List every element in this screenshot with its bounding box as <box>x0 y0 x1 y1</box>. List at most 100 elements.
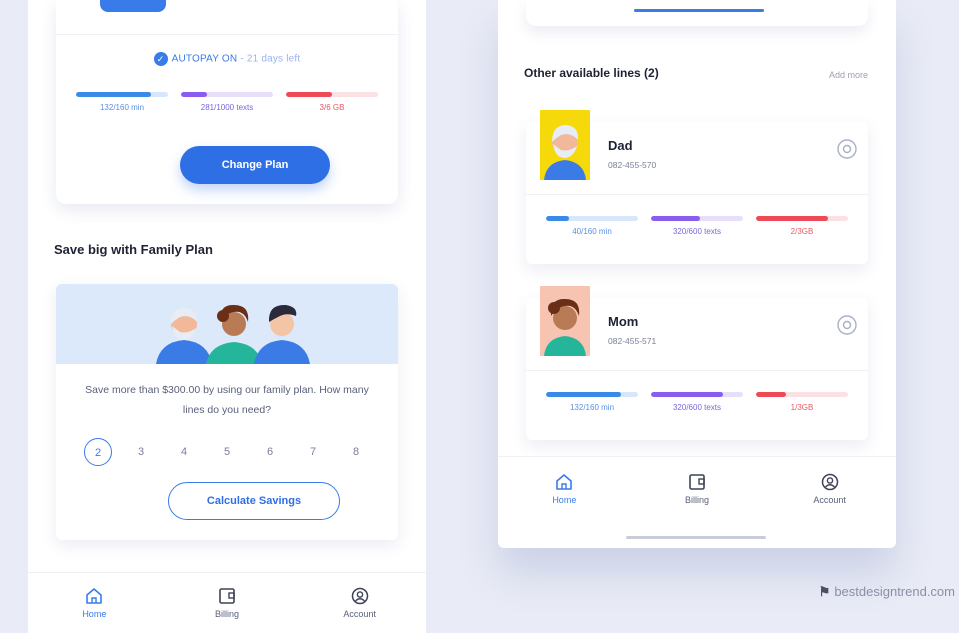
line-option-2[interactable]: 2 <box>84 438 112 466</box>
plan-usage-row: 132/160 min 281/1000 texts 3/6 GB <box>76 92 378 112</box>
settings-icon[interactable] <box>836 138 858 160</box>
family-plan-card: Save more than $300.00 by using our fami… <box>56 284 398 540</box>
tab-account-label: Account <box>343 609 376 619</box>
data-bar <box>286 92 378 97</box>
usage-minutes: 40/160 min <box>546 216 638 236</box>
minutes-bar <box>546 216 638 221</box>
minutes-label: 132/160 min <box>99 103 145 112</box>
minutes-label: 40/160 min <box>572 227 612 236</box>
usage-data: 2/3GB <box>756 216 848 236</box>
plan-card-bottom <box>526 0 868 26</box>
avatar <box>540 110 590 180</box>
line-option-4[interactable]: 4 <box>170 438 198 466</box>
tab-account[interactable]: Account <box>320 587 400 633</box>
tab-home[interactable]: Home <box>524 473 604 536</box>
plan-card-accent <box>634 9 764 12</box>
usage-data: 1/3GB <box>756 392 848 412</box>
line-usage-row: 40/160 min 320/600 texts 2/3GB <box>546 216 848 236</box>
usage-fill <box>286 92 332 97</box>
line-option-3[interactable]: 3 <box>127 438 155 466</box>
divider <box>526 194 868 195</box>
right-screen: Other available lines (2) Add more Dad 0… <box>498 0 896 548</box>
texts-bar <box>181 92 273 97</box>
dad-avatar-icon <box>544 125 586 180</box>
data-label: 2/3GB <box>790 227 814 236</box>
line-name: Mom <box>608 314 639 329</box>
home-icon <box>86 588 103 604</box>
add-more-link[interactable]: Add more <box>829 70 868 80</box>
left-tab-bar: Home Billing Account <box>28 572 426 633</box>
usage-fill <box>76 92 152 97</box>
home-icon <box>556 474 573 490</box>
autopay-status: ✓ AUTOPAY ON - 21 days left <box>56 52 398 66</box>
change-plan-button[interactable]: Change Plan <box>180 146 330 184</box>
texts-label: 320/600 texts <box>672 403 722 412</box>
line-card-dad[interactable]: Dad 082-455-570 40/160 min 320/600 texts… <box>526 110 868 264</box>
tab-billing-label: Billing <box>214 609 239 619</box>
plan-card-top-accent <box>100 0 166 12</box>
minutes-bar <box>546 392 638 397</box>
line-option-7[interactable]: 7 <box>299 438 327 466</box>
other-lines-heading: Other available lines (2) <box>524 66 659 80</box>
watermark: ⚑ bestdesigntrend.com <box>819 584 955 600</box>
account-icon <box>821 473 838 491</box>
tab-home-label: Home <box>552 495 577 505</box>
line-option-5[interactable]: 5 <box>213 438 241 466</box>
tab-billing[interactable]: Billing <box>657 473 737 536</box>
usage-texts: 320/600 texts <box>651 392 743 412</box>
texts-bar <box>651 392 743 397</box>
divider <box>56 34 398 35</box>
autopay-label: AUTOPAY ON <box>171 53 238 65</box>
usage-minutes: 132/160 min <box>76 92 168 112</box>
billing-icon <box>689 474 705 490</box>
minutes-bar <box>76 92 168 97</box>
usage-texts: 281/1000 texts <box>181 92 273 112</box>
tab-home[interactable]: Home <box>54 587 134 633</box>
minutes-label: 132/160 min <box>569 403 615 412</box>
family-plan-title: Save big with Family Plan <box>54 242 213 257</box>
line-number: 082-455-571 <box>608 336 657 346</box>
watermark-text: bestdesigntrend.com <box>834 584 955 599</box>
usage-fill <box>651 216 700 221</box>
data-bar <box>756 216 848 221</box>
settings-icon[interactable] <box>836 314 858 336</box>
texts-bar <box>651 216 743 221</box>
line-number: 082-455-570 <box>608 160 657 170</box>
watermark-logo-icon: ⚑ <box>818 584 831 599</box>
account-icon <box>351 587 368 605</box>
data-bar <box>756 392 848 397</box>
usage-texts: 320/600 texts <box>651 216 743 236</box>
check-icon: ✓ <box>153 52 168 66</box>
right-tab-bar: Home Billing Account <box>498 456 896 536</box>
data-label: 3/6 GB <box>319 103 345 112</box>
usage-data: 3/6 GB <box>286 92 378 112</box>
line-card-mom[interactable]: Mom 082-455-571 132/160 min 320/600 text… <box>526 286 868 440</box>
texts-label: 320/600 texts <box>672 227 722 236</box>
line-option-8[interactable]: 8 <box>342 438 370 466</box>
tab-billing[interactable]: Billing <box>187 587 267 633</box>
line-option-6[interactable]: 6 <box>256 438 284 466</box>
avatar <box>540 286 590 356</box>
family-plan-description: Save more than $300.00 by using our fami… <box>85 384 369 416</box>
usage-fill <box>181 92 207 97</box>
tab-account-label: Account <box>813 495 846 505</box>
usage-minutes: 132/160 min <box>546 392 638 412</box>
tab-account[interactable]: Account <box>790 473 870 536</box>
usage-fill <box>756 216 828 221</box>
texts-label: 281/1000 texts <box>200 103 254 112</box>
usage-fill <box>546 392 622 397</box>
tab-home-label: Home <box>82 609 107 619</box>
family-illustration <box>56 284 398 364</box>
calculate-savings-button[interactable]: Calculate Savings <box>168 482 340 520</box>
divider <box>526 370 868 371</box>
autopay-days-left: - 21 days left <box>240 53 301 65</box>
mom-avatar-icon <box>544 298 586 356</box>
home-indicator[interactable] <box>626 536 766 539</box>
usage-fill <box>546 216 569 221</box>
line-name: Dad <box>608 138 633 153</box>
line-usage-row: 132/160 min 320/600 texts 1/3GB <box>546 392 848 412</box>
tab-billing-label: Billing <box>684 495 709 505</box>
data-label: 1/3GB <box>790 403 814 412</box>
billing-icon <box>219 588 235 604</box>
plan-card: ✓ AUTOPAY ON - 21 days left 132/160 min 2… <box>56 0 398 204</box>
